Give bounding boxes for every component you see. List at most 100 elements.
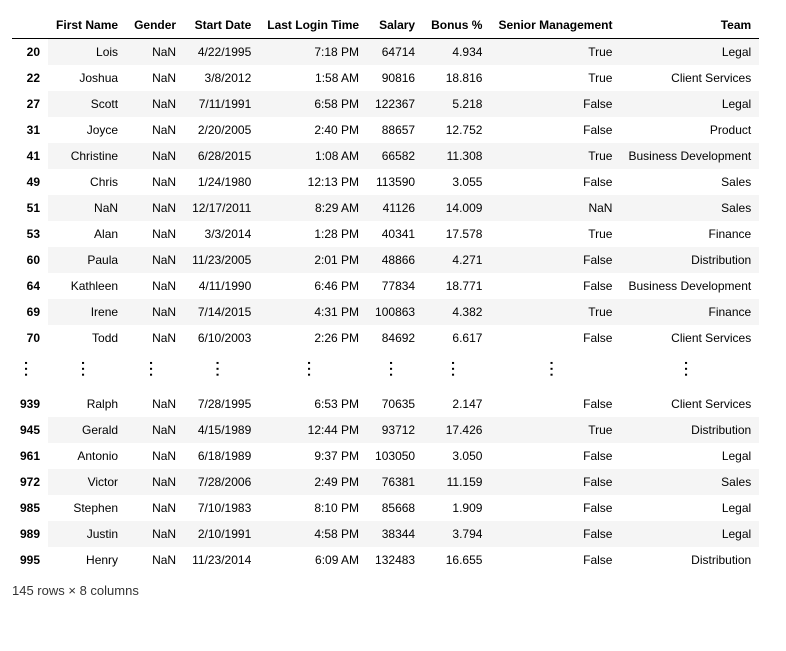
cell: True [490,221,620,247]
cell: 3.050 [423,443,490,469]
cell: Stephen [48,495,126,521]
table-row: 995HenryNaN11/23/20146:09 AM13248316.655… [12,547,759,573]
cell: 6/18/1989 [184,443,259,469]
cell: 7/10/1983 [184,495,259,521]
row-index: 51 [12,195,48,221]
col-header: Senior Management [490,12,620,39]
cell: 2/20/2005 [184,117,259,143]
cell: Christine [48,143,126,169]
shape-summary: 145 rows × 8 columns [12,583,774,598]
row-index: 995 [12,547,48,573]
row-index: 972 [12,469,48,495]
cell: Henry [48,547,126,573]
cell: 6/28/2015 [184,143,259,169]
cell: 6:58 PM [259,91,367,117]
cell: True [490,143,620,169]
cell: Finance [620,299,759,325]
cell: 88657 [367,117,423,143]
cell: 6:46 PM [259,273,367,299]
table-row: 945GeraldNaN4/15/198912:44 PM9371217.426… [12,417,759,443]
cell: True [490,299,620,325]
cell: 7:18 PM [259,39,367,66]
cell: 2.147 [423,391,490,417]
cell: Joshua [48,65,126,91]
cell: Antonio [48,443,126,469]
cell: Chris [48,169,126,195]
cell: True [490,39,620,66]
table-row: 41ChristineNaN6/28/20151:08 AM6658211.30… [12,143,759,169]
cell: NaN [126,469,184,495]
cell: Legal [620,443,759,469]
table-row: 989JustinNaN2/10/19914:58 PM383443.794Fa… [12,521,759,547]
cell: 2:26 PM [259,325,367,351]
cell: 84692 [367,325,423,351]
ellipsis-cell: ... [423,351,490,391]
col-header: First Name [48,12,126,39]
cell: NaN [126,91,184,117]
table-row: 70ToddNaN6/10/20032:26 PM846926.617False… [12,325,759,351]
cell: 70635 [367,391,423,417]
cell: 7/11/1991 [184,91,259,117]
cell: False [490,91,620,117]
cell: 2:49 PM [259,469,367,495]
cell: 3.794 [423,521,490,547]
cell: Legal [620,39,759,66]
row-index: 53 [12,221,48,247]
cell: 4.382 [423,299,490,325]
cell: Business Development [620,143,759,169]
cell: NaN [48,195,126,221]
col-header: Start Date [184,12,259,39]
cell: False [490,547,620,573]
cell: 100863 [367,299,423,325]
col-header: Gender [126,12,184,39]
cell: Legal [620,521,759,547]
cell: 3.055 [423,169,490,195]
cell: Justin [48,521,126,547]
cell: 14.009 [423,195,490,221]
cell: 7/14/2015 [184,299,259,325]
cell: 11/23/2014 [184,547,259,573]
ellipsis-cell: ... [126,351,184,391]
table-header: First Name Gender Start Date Last Login … [12,12,759,39]
row-index: 985 [12,495,48,521]
ellipsis-cell: ... [620,351,759,391]
cell: 40341 [367,221,423,247]
cell: Lois [48,39,126,66]
cell: 11.308 [423,143,490,169]
cell: NaN [126,417,184,443]
row-index: 31 [12,117,48,143]
col-header: Team [620,12,759,39]
cell: 1:28 PM [259,221,367,247]
cell: NaN [126,391,184,417]
cell: NaN [126,221,184,247]
cell: 11.159 [423,469,490,495]
cell: 64714 [367,39,423,66]
cell: NaN [126,169,184,195]
cell: 8:29 AM [259,195,367,221]
ellipsis-cell: ... [259,351,367,391]
cell: False [490,117,620,143]
row-index: 60 [12,247,48,273]
row-index: 22 [12,65,48,91]
cell: Irene [48,299,126,325]
cell: Product [620,117,759,143]
col-header: Salary [367,12,423,39]
row-index: 69 [12,299,48,325]
row-index: 41 [12,143,48,169]
table-row: 22JoshuaNaN3/8/20121:58 AM9081618.816Tru… [12,65,759,91]
cell: 1.909 [423,495,490,521]
cell: Distribution [620,417,759,443]
cell: 4:31 PM [259,299,367,325]
table-row: 69IreneNaN7/14/20154:31 PM1008634.382Tru… [12,299,759,325]
cell: Business Development [620,273,759,299]
table-row: 49ChrisNaN1/24/198012:13 PM1135903.055Fa… [12,169,759,195]
ellipsis-cell: ... [367,351,423,391]
row-index: 961 [12,443,48,469]
cell: NaN [126,273,184,299]
cell: 3/8/2012 [184,65,259,91]
table-row: 64KathleenNaN4/11/19906:46 PM7783418.771… [12,273,759,299]
cell: False [490,247,620,273]
table-row: 939RalphNaN7/28/19956:53 PM706352.147Fal… [12,391,759,417]
cell: 12:44 PM [259,417,367,443]
cell: 6:53 PM [259,391,367,417]
